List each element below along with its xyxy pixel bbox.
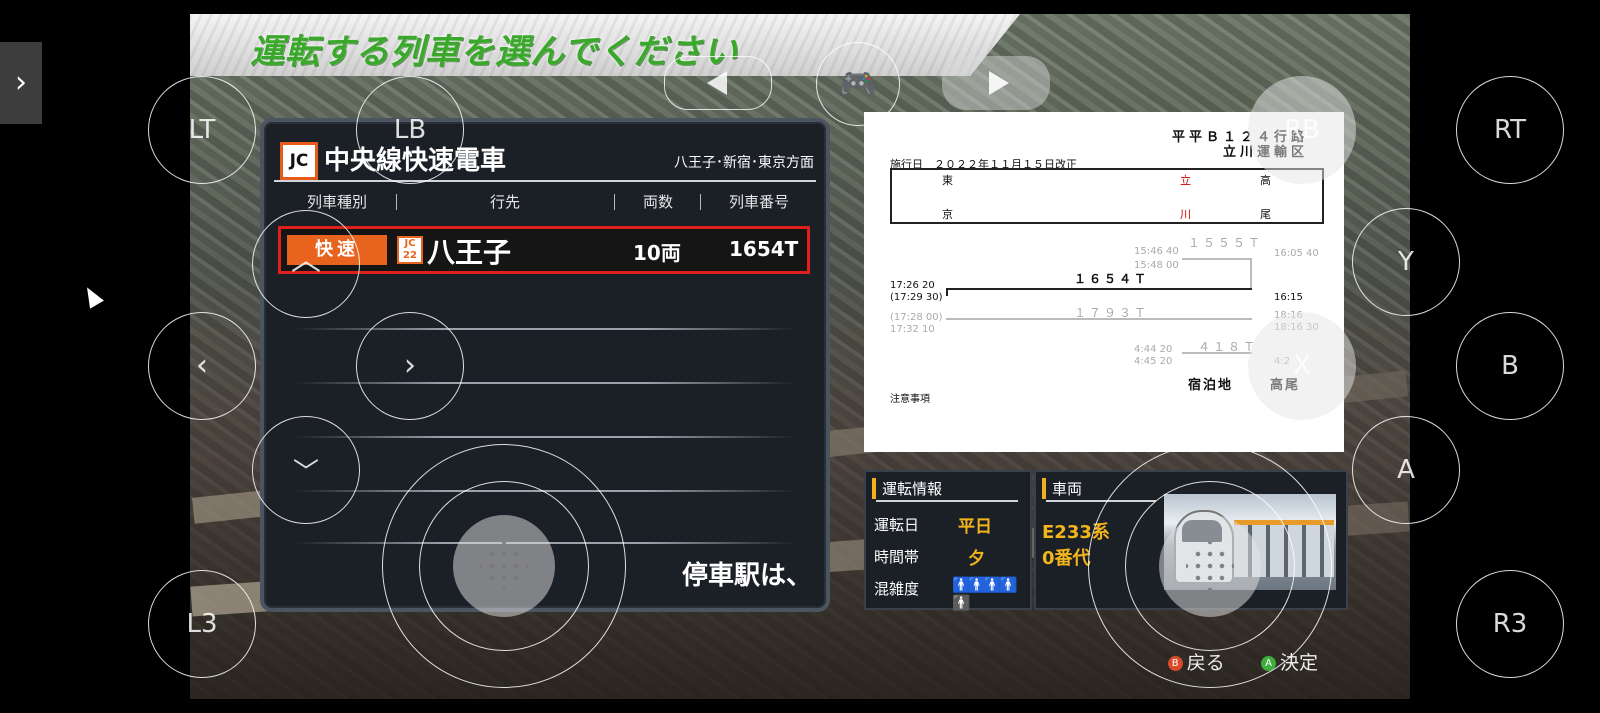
chevron-up-icon: ︿ — [291, 243, 321, 278]
operation-info-panel: 運転情報 運転日 平日 時間帯 夕 混雑度 🚹🚹🚹🚹🚹 — [864, 470, 1032, 612]
back-view-button[interactable] — [664, 56, 772, 110]
dpad-right-button[interactable]: › — [356, 312, 464, 420]
time-label: 4:44 20 — [1134, 344, 1173, 355]
train-line — [1182, 258, 1252, 260]
destination: 八王子 — [427, 236, 512, 269]
person-icon: 🚹 — [952, 594, 971, 612]
left-analog-stick[interactable] — [382, 444, 626, 688]
y-button[interactable]: Y — [1352, 208, 1460, 316]
train-label: １６５４Ｔ — [1074, 272, 1150, 286]
empty-row-line — [294, 436, 796, 438]
station-label: 川 — [1180, 208, 1191, 221]
chevron-left-icon: ‹ — [196, 348, 208, 383]
train-line — [946, 288, 948, 296]
r3-button[interactable]: R3 — [1456, 570, 1564, 678]
expand-sidebar-button[interactable]: › — [0, 42, 42, 124]
right-triangle-icon — [989, 71, 1009, 95]
person-icon: 🚹 — [967, 576, 987, 594]
time-label: (17:28 00) — [890, 312, 943, 323]
station-label: 東 — [942, 174, 953, 187]
station-label: 京 — [942, 208, 953, 221]
time-label: 15:46 40 — [1134, 246, 1179, 257]
stops-ticker: 停車駅は、 — [681, 561, 812, 591]
lt-button[interactable]: LT — [148, 76, 256, 184]
lb-button[interactable]: LB — [356, 76, 464, 184]
left-triangle-icon — [707, 71, 727, 95]
time-label: 17:26 20 — [890, 280, 935, 291]
time-label: 16:15 — [1274, 292, 1303, 303]
dpad-left-button[interactable]: ‹ — [148, 312, 256, 420]
divider — [614, 194, 615, 210]
page-title: 運転する列車を選んでください — [250, 32, 739, 72]
info-value: 夕 — [968, 549, 985, 569]
start-button[interactable] — [942, 56, 1050, 110]
gamepad-button[interactable]: 🎮 — [816, 42, 900, 126]
notes-label: 注意事項 — [890, 394, 930, 405]
gamepad-icon: 🎮 — [839, 67, 877, 102]
info-value: 平日 — [958, 517, 992, 537]
car-count: 10両 — [633, 241, 681, 265]
time-label: 17:32 10 — [890, 324, 935, 335]
line-code-badge: JC — [280, 142, 318, 180]
chevron-down-icon: ﹀ — [292, 458, 319, 488]
right-stick-knob[interactable] — [1159, 515, 1261, 617]
column-header-train-number: 列車番号 — [728, 193, 789, 211]
l3-button[interactable]: L3 — [148, 570, 256, 678]
station-header-box — [890, 168, 1324, 224]
operation-info-title: 運転情報 — [872, 478, 942, 499]
train-number: 1654T — [729, 237, 799, 261]
rt-button[interactable]: RT — [1456, 76, 1564, 184]
direction-label: 八王子･新宿･東京方面 — [674, 155, 814, 171]
left-stick-knob[interactable] — [453, 515, 555, 617]
b-button[interactable]: B — [1456, 312, 1564, 420]
divider — [274, 180, 816, 182]
divider — [876, 500, 1018, 502]
train-line — [946, 288, 1252, 290]
right-analog-stick[interactable] — [1088, 444, 1332, 688]
dpad-down-button[interactable]: ﹀ — [252, 416, 360, 524]
time-label: (17:29 30) — [890, 292, 943, 303]
info-label: 時間帯 — [874, 548, 920, 566]
person-icon: 🚹 — [983, 576, 1002, 594]
congestion-icons: 🚹🚹🚹🚹🚹 — [952, 576, 1030, 612]
column-header-destination: 行先 — [489, 193, 520, 211]
person-icon: 🚹 — [999, 576, 1018, 594]
station-label: 尾 — [1260, 208, 1271, 221]
divider — [396, 194, 397, 210]
time-label: 16:05 40 — [1274, 248, 1319, 259]
divider — [700, 194, 701, 210]
person-icon: 🚹 — [952, 576, 971, 594]
chevron-right-icon: › — [404, 348, 416, 383]
station-label: 立 — [1180, 174, 1191, 187]
info-label: 混雑度 — [874, 580, 920, 598]
info-label: 運転日 — [874, 516, 920, 534]
train-line — [946, 318, 1252, 320]
station-number-icon: JC 22 — [397, 236, 423, 264]
x-button[interactable]: X — [1248, 312, 1356, 420]
a-button[interactable]: A — [1352, 416, 1460, 524]
train-line — [1182, 352, 1252, 354]
train-label: １５５５Ｔ — [1188, 236, 1264, 250]
mouse-cursor-icon — [80, 283, 104, 309]
train-line — [1250, 258, 1252, 288]
rb-button[interactable]: RB — [1248, 76, 1356, 184]
vehicle-title: 車両 — [1042, 478, 1082, 499]
dpad-up-button[interactable]: ︿ — [252, 210, 360, 318]
time-label: 4:45 20 — [1134, 356, 1173, 367]
station-label: 高 — [1260, 174, 1271, 187]
lodging-label: 宿泊地 — [1188, 378, 1234, 393]
column-header-cars: 両数 — [642, 193, 673, 211]
